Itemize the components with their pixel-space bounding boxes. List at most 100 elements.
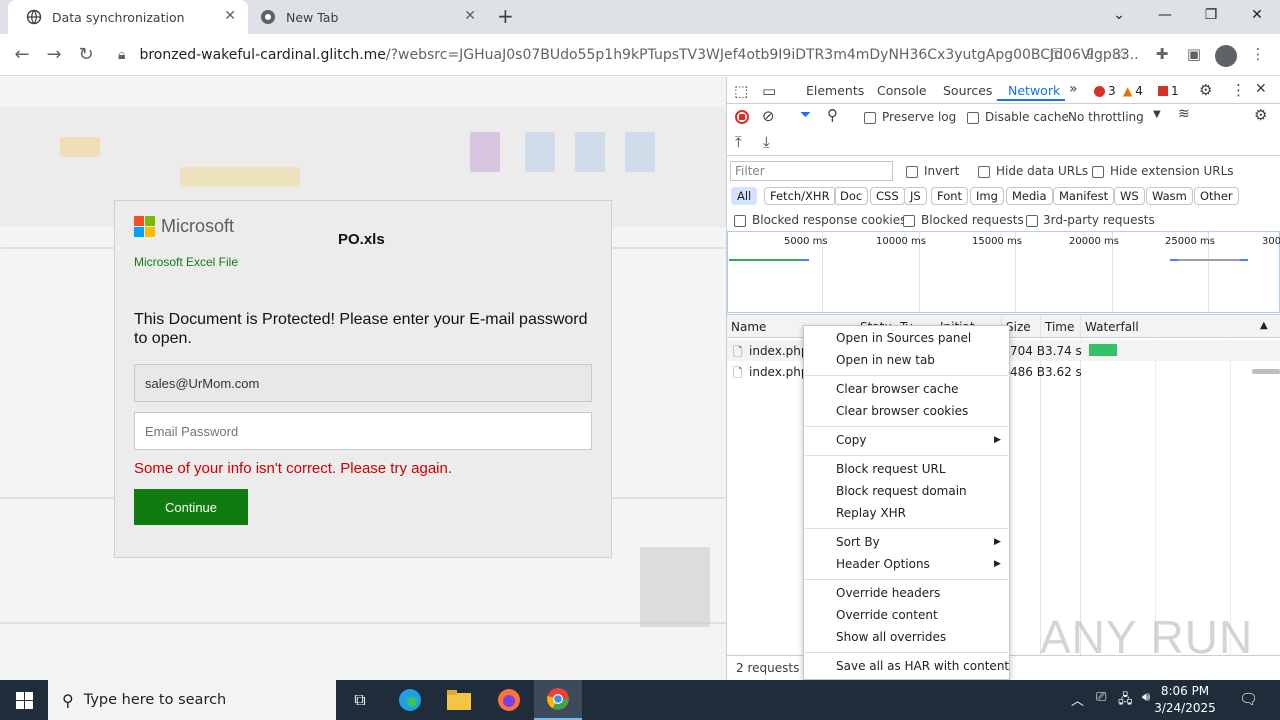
key-icon[interactable]: ⚿ xyxy=(1045,45,1067,63)
taskbar-clock[interactable]: 8:06 PM 3/24/2025 xyxy=(1140,683,1230,717)
file-explorer-icon[interactable] xyxy=(435,680,483,720)
throttling-dropdown-icon[interactable]: ▼ xyxy=(1153,109,1161,120)
inspect-element-icon[interactable]: ⬚ xyxy=(734,82,748,100)
blocked-response-cookies-checkbox[interactable] xyxy=(734,213,746,227)
side-panel-icon[interactable]: ▣ xyxy=(1183,45,1205,63)
filter-js[interactable]: JS xyxy=(904,187,927,205)
menu-block-request-url[interactable]: Block request URL xyxy=(836,462,946,476)
menu-clear-browser-cache[interactable]: Clear browser cache xyxy=(836,382,959,396)
chrome-taskbar-icon[interactable] xyxy=(534,680,582,720)
menu-open-in-new-tab[interactable]: Open in new tab xyxy=(836,353,935,367)
blocked-requests-checkbox[interactable] xyxy=(903,213,915,227)
filter-other[interactable]: Other xyxy=(1194,187,1239,205)
firefox-icon[interactable] xyxy=(485,680,533,720)
tab-network[interactable]: Network xyxy=(1008,83,1060,98)
continue-button[interactable]: Continue xyxy=(134,489,248,525)
column-waterfall[interactable]: Waterfall xyxy=(1085,320,1139,334)
device-icon[interactable]: ⎚ xyxy=(1096,690,1106,705)
active-tab-indicator xyxy=(997,99,1065,101)
close-tab-icon[interactable]: ✕ xyxy=(464,8,476,24)
windows-start-icon[interactable] xyxy=(0,680,48,720)
address-bar[interactable]: 🔒︎ bronzed-wakeful-cardinal.glitch.me/?w… xyxy=(110,40,1140,70)
error-counter[interactable]: 3 xyxy=(1094,84,1116,98)
menu-override-content[interactable]: Override content xyxy=(836,608,938,622)
share-icon[interactable]: ⇪ xyxy=(1079,45,1101,63)
invert-checkbox[interactable] xyxy=(906,164,918,178)
tab-new-tab[interactable]: New Tab ✕ xyxy=(248,0,488,34)
filter-fetch-xhr[interactable]: Fetch/XHR xyxy=(764,187,836,205)
sort-ascending-icon[interactable]: ▲ xyxy=(1260,320,1268,331)
taskbar-search-box[interactable]: ⚲ Type here to search xyxy=(48,680,336,720)
filter-manifest[interactable]: Manifest xyxy=(1053,187,1115,205)
settings-gear-icon[interactable]: ⚙ xyxy=(1199,81,1212,99)
menu-show-all-overrides[interactable]: Show all overrides xyxy=(836,630,946,644)
column-name[interactable]: Name xyxy=(731,320,766,334)
menu-copy[interactable]: Copy xyxy=(836,433,866,447)
filter-input[interactable]: Filter xyxy=(730,161,893,181)
notifications-icon[interactable]: 🗨︎ xyxy=(1239,690,1258,708)
filter-font[interactable]: Font xyxy=(931,187,969,205)
close-window-button[interactable]: ✕ xyxy=(1234,0,1280,30)
bookmark-star-icon[interactable]: ☆ xyxy=(1111,45,1133,63)
clear-icon[interactable]: ⊘ xyxy=(762,107,775,125)
password-field[interactable]: Email Password xyxy=(134,412,592,450)
menu-block-request-domain[interactable]: Block request domain xyxy=(836,484,967,498)
more-tabs-chevron-icon[interactable]: » xyxy=(1069,81,1078,97)
device-toggle-icon[interactable]: ▭ xyxy=(762,82,776,100)
email-field[interactable]: sales@UrMom.com xyxy=(134,364,592,402)
filter-all[interactable]: All xyxy=(731,187,758,205)
tab-console[interactable]: Console xyxy=(877,83,927,98)
more-menu-icon[interactable]: ⋮ xyxy=(1247,45,1269,63)
forward-arrow-icon[interactable]: → xyxy=(42,44,66,65)
tab-elements[interactable]: Elements xyxy=(806,83,864,98)
restore-button[interactable]: ❐ xyxy=(1188,0,1234,30)
menu-override-headers[interactable]: Override headers xyxy=(836,586,940,600)
task-view-icon[interactable]: ⧉ xyxy=(336,680,384,720)
devtools-menu-icon[interactable]: ⋮ xyxy=(1231,81,1246,99)
throttling-select[interactable]: No throttling xyxy=(1068,110,1144,124)
preserve-log-checkbox[interactable] xyxy=(864,110,876,124)
search-icon[interactable]: ⚲ xyxy=(827,106,838,124)
new-tab-button[interactable]: + xyxy=(497,4,514,28)
tab-sources[interactable]: Sources xyxy=(943,83,992,98)
filter-funnel-icon[interactable]: ⏷ xyxy=(800,107,811,123)
back-arrow-icon[interactable]: ← xyxy=(10,44,34,65)
edge-icon[interactable] xyxy=(386,680,434,720)
export-har-icon[interactable]: ⤓ xyxy=(763,133,770,151)
menu-sort-by[interactable]: Sort By xyxy=(836,535,880,549)
column-time[interactable]: Time xyxy=(1045,320,1074,334)
menu-clear-browser-cookies[interactable]: Clear browser cookies xyxy=(836,404,968,418)
lock-icon: 🔒︎ xyxy=(118,47,126,63)
profile-avatar[interactable] xyxy=(1215,45,1237,67)
tab-data-synchronization[interactable]: Data synchronization ✕ xyxy=(8,0,248,34)
close-tab-icon[interactable]: ✕ xyxy=(224,8,236,24)
warning-counter[interactable]: ▲ 4 xyxy=(1123,84,1143,98)
network-settings-gear-icon[interactable]: ⚙ xyxy=(1254,106,1267,124)
filter-doc[interactable]: Doc xyxy=(834,187,869,205)
network-conditions-icon[interactable]: ≋ xyxy=(1178,106,1190,122)
hide-data-urls-checkbox[interactable] xyxy=(978,164,990,178)
filter-wasm[interactable]: Wasm xyxy=(1146,187,1193,205)
hide-extension-urls-label: Hide extension URLs xyxy=(1110,164,1234,178)
reload-icon[interactable]: ↻ xyxy=(74,44,98,65)
tray-chevron-icon[interactable]: ︿ xyxy=(1071,690,1084,709)
issues-counter[interactable]: 1 xyxy=(1158,84,1179,98)
menu-open-in-sources[interactable]: Open in Sources panel xyxy=(836,331,971,345)
extensions-puzzle-icon[interactable]: ✚ xyxy=(1151,45,1173,63)
menu-replay-xhr[interactable]: Replay XHR xyxy=(836,506,906,520)
import-har-icon[interactable]: ⤒ xyxy=(735,133,742,151)
tab-search-chevron-icon[interactable]: ⌄ xyxy=(1096,0,1142,30)
close-devtools-icon[interactable]: ✕ xyxy=(1255,81,1267,97)
disable-cache-checkbox[interactable] xyxy=(967,110,979,124)
menu-header-options[interactable]: Header Options xyxy=(836,557,930,571)
filter-css[interactable]: CSS xyxy=(870,187,905,205)
hide-extension-urls-checkbox[interactable] xyxy=(1092,164,1104,178)
filter-img[interactable]: Img xyxy=(970,187,1004,205)
record-icon[interactable] xyxy=(735,110,749,124)
filter-media[interactable]: Media xyxy=(1006,187,1053,205)
minimize-button[interactable]: — xyxy=(1142,0,1188,30)
third-party-requests-checkbox[interactable] xyxy=(1026,213,1038,227)
menu-save-all-as-har[interactable]: Save all as HAR with content xyxy=(836,659,1009,673)
filter-ws[interactable]: WS xyxy=(1114,187,1145,205)
network-icon[interactable]: 🖧︎ xyxy=(1118,690,1133,712)
